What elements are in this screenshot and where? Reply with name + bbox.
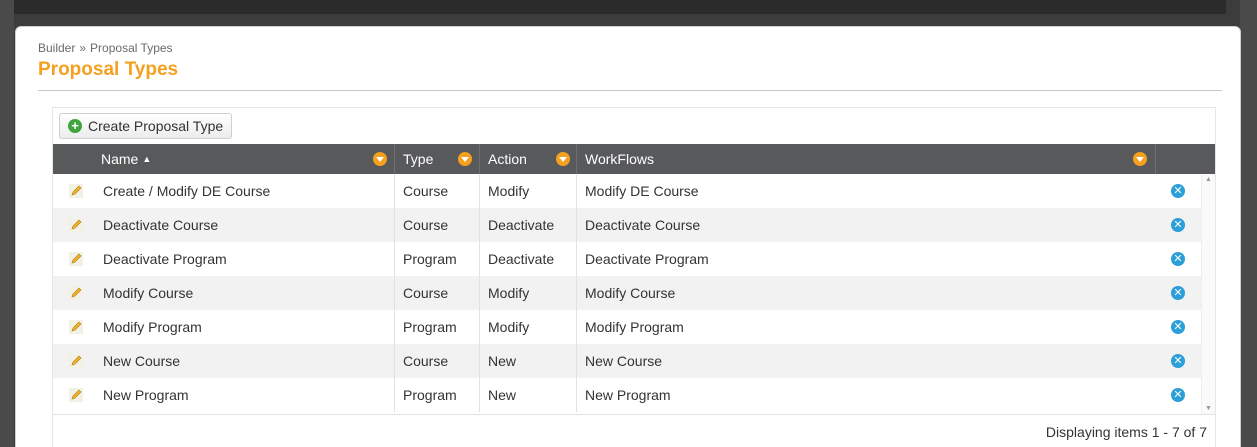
close-circle-icon[interactable]: ✕	[1171, 252, 1185, 266]
filter-icon[interactable]	[373, 152, 387, 166]
proposal-types-grid: + Create Proposal Type Name ▲ Type Actio…	[52, 107, 1216, 447]
cell-type: Program	[403, 387, 457, 403]
column-header-workflows[interactable]: WorkFlows	[577, 144, 1153, 174]
cell-action: Deactivate	[488, 251, 555, 267]
cell-type: Course	[403, 285, 449, 301]
scroll-up-icon[interactable]: ▲	[1205, 176, 1212, 183]
breadcrumb-current: Proposal Types	[90, 41, 173, 55]
cell-action: Modify	[488, 183, 530, 199]
column-separator	[1155, 144, 1156, 174]
pager-info: Displaying items 1 - 7 of 7	[1045, 424, 1207, 440]
cell-name: Deactivate Course	[103, 217, 219, 233]
pencil-icon[interactable]	[69, 388, 83, 402]
cell-name: Modify Program	[103, 319, 202, 335]
cell-type: Course	[403, 217, 449, 233]
breadcrumb-separator: »	[79, 41, 87, 55]
cell-type: Program	[403, 251, 457, 267]
sort-asc-icon: ▲	[142, 154, 152, 164]
cell-name: Create / Modify DE Course	[103, 183, 271, 199]
breadcrumb: Builder » Proposal Types	[38, 41, 173, 55]
title-divider	[38, 90, 1222, 91]
cell-workflow: New Course	[585, 353, 663, 369]
close-circle-icon[interactable]: ✕	[1171, 218, 1185, 232]
page-title: Proposal Types	[38, 59, 179, 80]
cell-type: Course	[403, 353, 449, 369]
table-row: Deactivate Program Program Deactivate De…	[53, 242, 1201, 276]
cell-workflow: Modify Program	[585, 319, 684, 335]
table-row: Modify Course Course Modify Modify Cours…	[53, 276, 1201, 310]
close-circle-icon[interactable]: ✕	[1171, 354, 1185, 368]
grid-toolbar: + Create Proposal Type	[59, 113, 233, 139]
column-header-name[interactable]: Name ▲	[93, 144, 393, 174]
pencil-icon[interactable]	[69, 252, 83, 266]
pencil-icon[interactable]	[69, 320, 83, 334]
cell-workflow: Modify Course	[585, 285, 676, 301]
close-circle-icon[interactable]: ✕	[1171, 320, 1185, 334]
close-circle-icon[interactable]: ✕	[1171, 286, 1185, 300]
table-row: Deactivate Course Course Deactivate Deac…	[53, 208, 1201, 242]
cell-name: New Course	[103, 353, 181, 369]
cell-action: Modify	[488, 285, 530, 301]
create-proposal-type-button[interactable]: + Create Proposal Type	[59, 113, 233, 139]
table-row: New Program Program New New Program ✕	[53, 378, 1201, 412]
breadcrumb-builder[interactable]: Builder	[38, 41, 75, 55]
cell-action: Modify	[488, 319, 530, 335]
pencil-icon[interactable]	[69, 184, 83, 198]
close-circle-icon[interactable]: ✕	[1171, 388, 1185, 402]
create-button-label: Create Proposal Type	[88, 118, 224, 134]
cell-action: New	[488, 387, 517, 403]
cell-workflow: New Program	[585, 387, 671, 403]
top-bar	[14, 0, 1226, 14]
column-action-label: Action	[488, 151, 527, 167]
scroll-down-icon[interactable]: ▼	[1205, 405, 1212, 412]
cell-workflow: Deactivate Course	[585, 217, 701, 233]
cell-name: New Program	[103, 387, 189, 403]
cell-name: Modify Course	[103, 285, 194, 301]
table-row: New Course Course New New Course ✕	[53, 344, 1201, 378]
close-circle-icon[interactable]: ✕	[1171, 184, 1185, 198]
grid-scrollbar[interactable]: ▲ ▼	[1201, 174, 1215, 414]
cell-type: Program	[403, 319, 457, 335]
column-type-label: Type	[403, 151, 434, 167]
cell-workflow: Deactivate Program	[585, 251, 709, 267]
table-row: Modify Program Program Modify Modify Pro…	[53, 310, 1201, 344]
filter-icon[interactable]	[1133, 152, 1147, 166]
column-workflows-label: WorkFlows	[585, 151, 654, 167]
grid-body: Create / Modify DE Course Course Modify …	[53, 174, 1215, 414]
cell-action: Deactivate	[488, 217, 555, 233]
cell-type: Course	[403, 183, 449, 199]
table-row: Create / Modify DE Course Course Modify …	[53, 174, 1201, 208]
pencil-icon[interactable]	[69, 218, 83, 232]
content-panel: Builder» Proposal Types Proposal Types + …	[15, 26, 1241, 447]
filter-icon[interactable]	[458, 152, 472, 166]
grid-header: Name ▲ Type Action WorkFlows	[53, 144, 1215, 174]
pencil-icon[interactable]	[69, 354, 83, 368]
filter-icon[interactable]	[556, 152, 570, 166]
grid-footer: Displaying items 1 - 7 of 7	[53, 414, 1215, 447]
cell-workflow: Modify DE Course	[585, 183, 699, 199]
plus-circle-icon: +	[68, 119, 82, 133]
cell-name: Deactivate Program	[103, 251, 227, 267]
pencil-icon[interactable]	[69, 286, 83, 300]
cell-action: New	[488, 353, 517, 369]
column-name-label: Name	[101, 151, 139, 167]
